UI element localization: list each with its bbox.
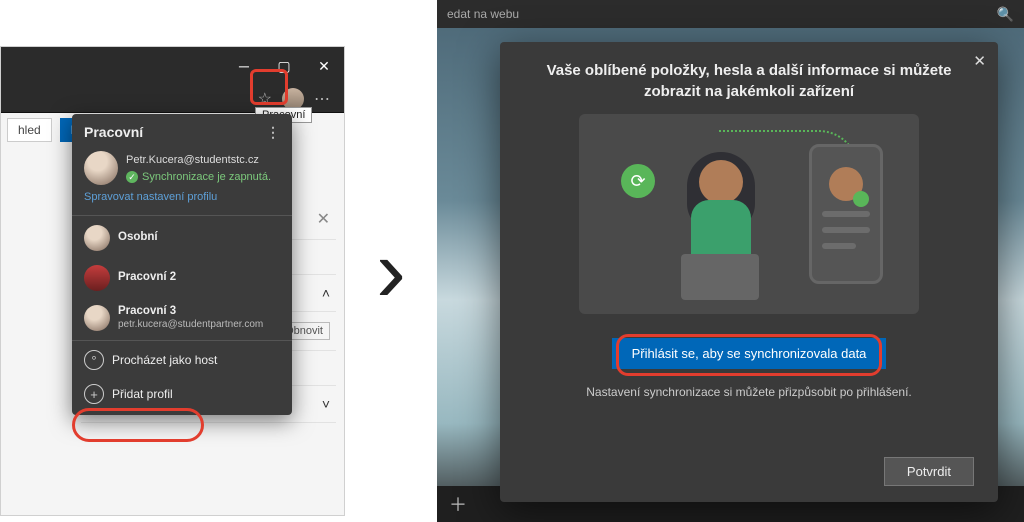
avatar bbox=[84, 151, 118, 185]
manage-profile-link[interactable]: Spravovat nastavení profilu bbox=[72, 187, 292, 213]
divider bbox=[72, 340, 292, 341]
add-profile-label: Přidat profil bbox=[112, 387, 173, 401]
flyout-title: Pracovní bbox=[84, 124, 143, 141]
search-icon[interactable]: 🔍 bbox=[997, 6, 1014, 23]
annotation-highlight-cta bbox=[616, 334, 882, 376]
new-tab-plus-icon[interactable]: ＋ bbox=[449, 491, 467, 517]
browse-as-guest[interactable]: ° Procházet jako host bbox=[72, 343, 292, 377]
add-profile[interactable]: + Přidat profil bbox=[72, 377, 292, 411]
window-close-icon[interactable]: ✕ bbox=[304, 58, 344, 75]
divider bbox=[72, 215, 292, 216]
profile-email: petr.kucera@studentpartner.com bbox=[118, 319, 263, 331]
sync-ok-icon: ✓ bbox=[126, 171, 138, 183]
dialog-note: Nastavení synchronizace si můžete přizpů… bbox=[586, 385, 912, 399]
profile-name: Pracovní 3 bbox=[118, 305, 263, 319]
avatar bbox=[84, 305, 110, 331]
profile-item-pracovni3[interactable]: Pracovní 3 petr.kucera@studentpartner.co… bbox=[72, 298, 292, 338]
chevron-up-icon[interactable]: ˄ bbox=[322, 285, 330, 301]
sync-status: ✓ Synchronizace je zapnutá. bbox=[126, 170, 271, 185]
window-controls: ─ ▢ ✕ bbox=[1, 47, 344, 85]
close-icon[interactable]: ✕ bbox=[317, 209, 330, 229]
avatar bbox=[84, 225, 110, 251]
sync-status-label: Synchronizace je zapnutá. bbox=[142, 170, 271, 185]
person-illustration bbox=[659, 154, 769, 304]
sync-illustration: ⟳ bbox=[579, 114, 919, 314]
plus-icon: + bbox=[84, 384, 104, 404]
profile-item-pracovni2[interactable]: Pracovní 2 bbox=[72, 258, 292, 298]
phone-illustration bbox=[809, 144, 883, 284]
profile-name: Osobní bbox=[118, 231, 158, 245]
more-menu-icon[interactable]: ⋯ bbox=[314, 89, 330, 109]
profile-name: Pracovní 2 bbox=[118, 271, 176, 285]
profile-flyout: Pracovní ⋮ Petr.Kucera@studentstc.cz ✓ S… bbox=[72, 114, 292, 415]
current-profile-email: Petr.Kucera@studentstc.cz bbox=[126, 154, 259, 166]
search-placeholder: edat na webu bbox=[447, 7, 519, 21]
guest-icon: ° bbox=[84, 350, 104, 370]
profile-item-osobni[interactable]: Osobní bbox=[72, 218, 292, 258]
confirm-button[interactable]: Potvrdit bbox=[884, 457, 974, 486]
right-url-bar: edat na webu 🔍 bbox=[437, 0, 1024, 28]
arrow-right-icon: › bbox=[376, 220, 406, 323]
chevron-down-icon[interactable]: ˅ bbox=[322, 396, 330, 412]
current-profile: Petr.Kucera@studentstc.cz ✓ Synchronizac… bbox=[72, 145, 292, 187]
dialog-close-icon[interactable]: ✕ bbox=[973, 52, 986, 70]
annotation-highlight-profile bbox=[250, 69, 288, 105]
sync-dialog: ✕ Vaše oblíbené položky, hesla a další i… bbox=[500, 42, 998, 502]
annotation-highlight-add-profile bbox=[72, 408, 204, 442]
dialog-title: Vaše oblíbené položky, hesla a další inf… bbox=[539, 60, 959, 102]
sync-icon: ⟳ bbox=[621, 164, 655, 198]
tab-preview[interactable]: hled bbox=[7, 118, 52, 142]
flyout-more-icon[interactable]: ⋮ bbox=[266, 124, 280, 141]
avatar bbox=[84, 265, 110, 291]
browse-guest-label: Procházet jako host bbox=[112, 353, 217, 367]
